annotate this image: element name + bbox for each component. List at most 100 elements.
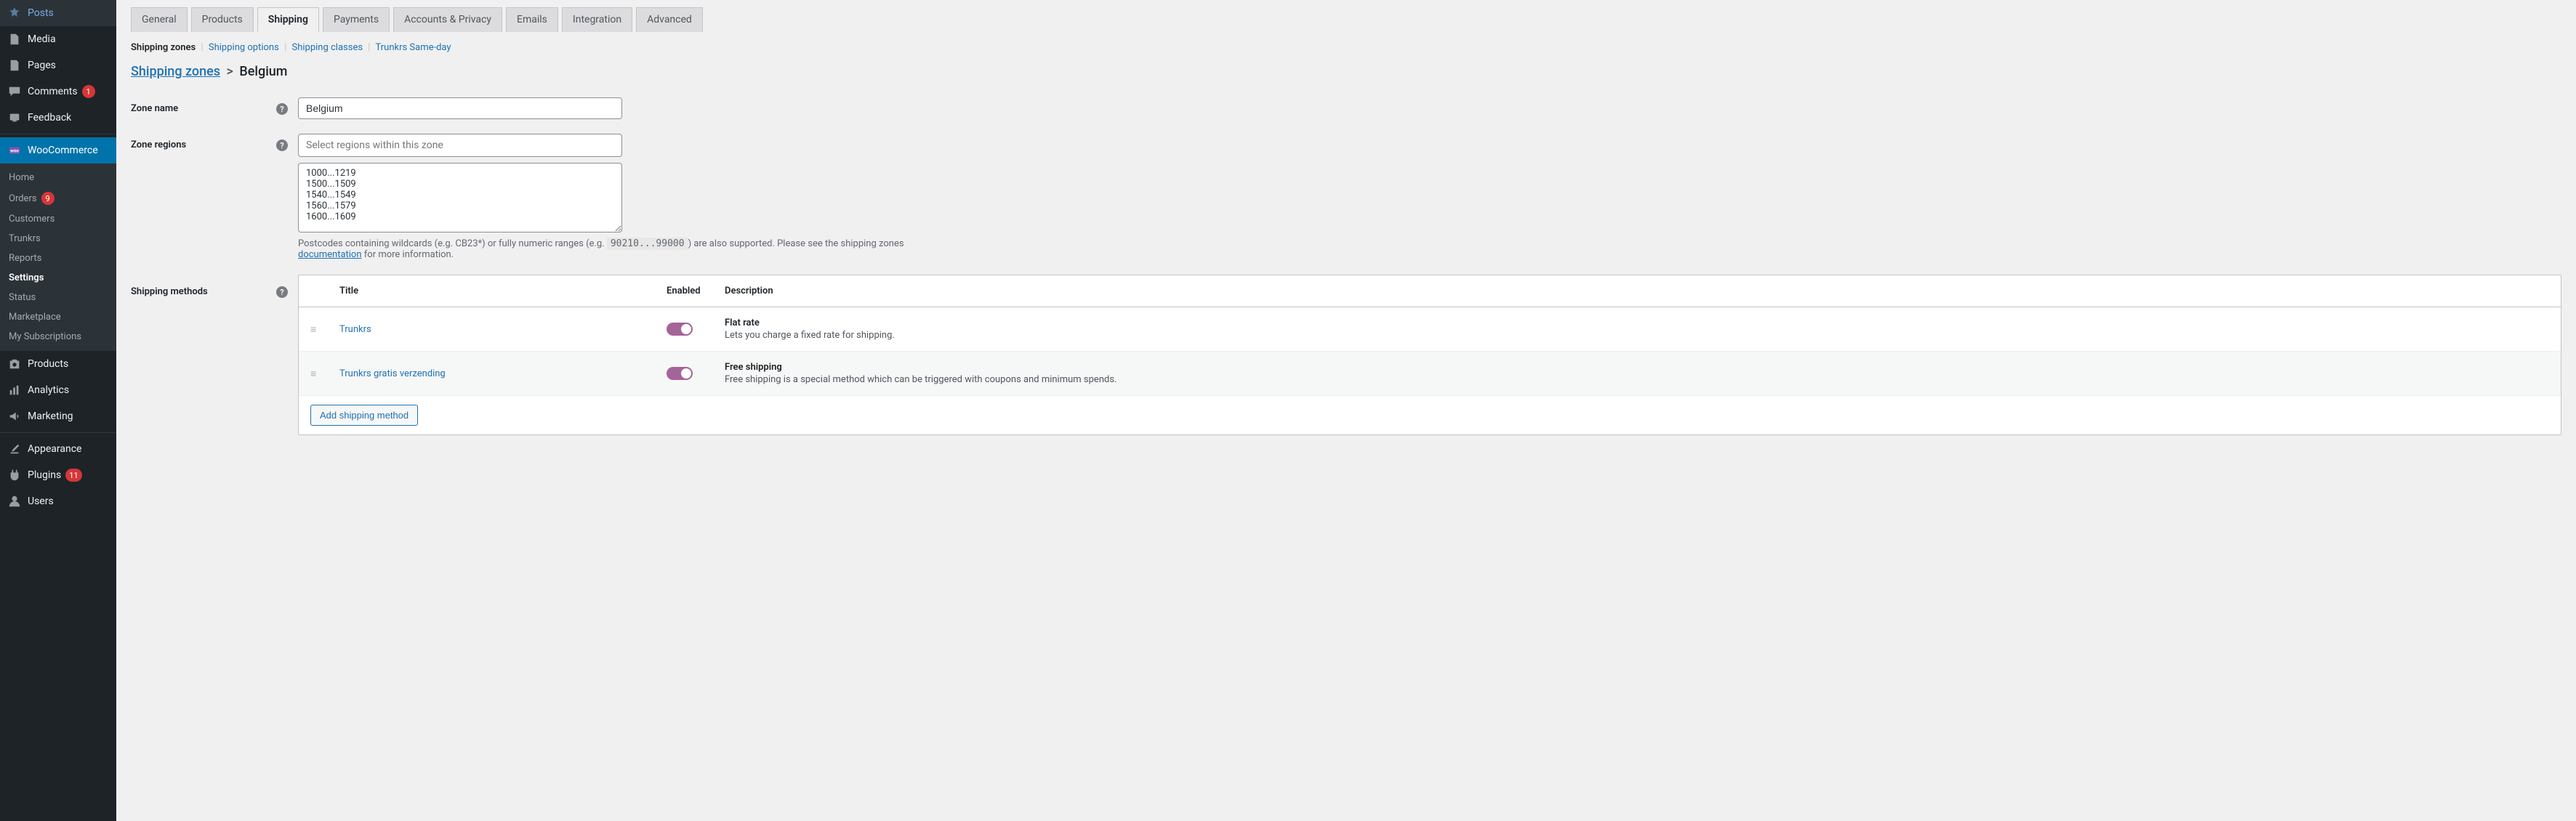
postcodes-textarea[interactable]: 1000...1219 1500...1509 1540...1549 1560… (298, 163, 622, 232)
sub-item-orders[interactable]: Orders9 (0, 187, 116, 209)
shipping-methods-label: Shipping methods ? (131, 275, 298, 435)
tab-integration[interactable]: Integration (562, 7, 632, 32)
tab-general[interactable]: General (131, 7, 188, 32)
sidebar-item-label: Marketing (28, 410, 73, 422)
tab-payments[interactable]: Payments (323, 7, 390, 32)
sidebar-item-users[interactable]: Users (0, 488, 116, 514)
shipping-methods-table: Title Enabled Description ≡ Trunkrs Flat… (298, 275, 2561, 435)
help-tip-icon[interactable]: ? (276, 286, 288, 298)
col-description: Description (725, 286, 2549, 296)
drag-handle-icon[interactable]: ≡ (310, 368, 316, 380)
sidebar-item-label: Analytics (28, 384, 69, 396)
postcodes-help: Postcodes containing wildcards (e.g. CB2… (298, 238, 952, 260)
product-icon (7, 357, 22, 371)
method-desc-title: Free shipping (725, 362, 2549, 373)
method-title-link[interactable]: Trunkrs gratis verzending (339, 368, 446, 379)
sidebar-item-posts[interactable]: Posts (0, 0, 116, 26)
documentation-link[interactable]: documentation (298, 249, 362, 260)
shipping-subnav: Shipping zones | Shipping options | Ship… (131, 42, 2561, 53)
method-enabled-toggle[interactable] (667, 323, 693, 336)
zone-name-input[interactable] (298, 97, 622, 119)
sidebar-item-feedback[interactable]: Feedback (0, 105, 116, 131)
brush-icon (7, 442, 22, 456)
svg-text:woo: woo (10, 148, 19, 154)
tab-advanced[interactable]: Advanced (636, 7, 703, 32)
method-desc-text: Free shipping is a special method which … (725, 374, 2549, 385)
table-row: ≡ Trunkrs gratis verzending Free shippin… (299, 352, 2561, 396)
subnav-options[interactable]: Shipping options (209, 42, 279, 53)
col-title: Title (339, 286, 667, 296)
help-tip-icon[interactable]: ? (276, 139, 288, 151)
sidebar-item-label: Comments (28, 86, 78, 97)
settings-tabs: General Products Shipping Payments Accou… (131, 7, 2561, 32)
comment-icon (7, 84, 22, 99)
method-desc-title: Flat rate (725, 318, 2549, 328)
sidebar-separator (0, 432, 116, 433)
sidebar-item-label: Pages (28, 60, 56, 71)
sidebar-item-label: Posts (28, 7, 54, 19)
sidebar-item-marketing[interactable]: Marketing (0, 403, 116, 429)
sub-item-marketplace[interactable]: Marketplace (0, 307, 116, 327)
plugin-icon (7, 468, 22, 482)
pin-icon (7, 6, 22, 20)
sidebar-item-label: Media (28, 33, 56, 45)
sub-item-reports[interactable]: Reports (0, 248, 116, 268)
sidebar-item-woocommerce[interactable]: woo WooCommerce (0, 137, 116, 163)
chart-icon (7, 383, 22, 397)
col-enabled: Enabled (667, 286, 725, 296)
sub-item-subscriptions[interactable]: My Subscriptions (0, 327, 116, 347)
breadcrumb: Shipping zones > Belgium (131, 64, 2561, 79)
table-row: ≡ Trunkrs Flat rate Lets you charge a fi… (299, 307, 2561, 352)
sidebar-item-comments[interactable]: Comments 1 (0, 78, 116, 105)
sidebar-item-products[interactable]: Products (0, 351, 116, 377)
sidebar-item-media[interactable]: Media (0, 26, 116, 52)
sub-item-settings[interactable]: Settings (0, 268, 116, 288)
plugins-badge: 11 (65, 469, 81, 482)
comments-badge: 1 (82, 85, 95, 98)
sidebar-item-label: Feedback (28, 112, 71, 124)
orders-badge: 9 (41, 192, 55, 205)
add-shipping-method-button[interactable]: Add shipping method (310, 405, 418, 426)
sidebar-item-plugins[interactable]: Plugins 11 (0, 462, 116, 488)
sidebar-item-label: Plugins (28, 469, 61, 481)
zone-regions-label: Zone regions ? (131, 134, 298, 260)
tab-emails[interactable]: Emails (506, 7, 558, 32)
media-icon (7, 32, 22, 46)
woo-icon: woo (7, 143, 22, 158)
sidebar-item-label: Appearance (28, 443, 81, 455)
sub-item-trunkrs[interactable]: Trunkrs (0, 229, 116, 248)
subnav-trunkrs[interactable]: Trunkrs Same-day (375, 42, 451, 53)
sidebar-item-label: Users (28, 496, 54, 507)
zone-name-label: Zone name ? (131, 97, 298, 119)
method-title-link[interactable]: Trunkrs (339, 324, 371, 335)
table-header: Title Enabled Description (299, 275, 2561, 307)
drag-handle-icon[interactable]: ≡ (310, 324, 316, 336)
main-content: General Products Shipping Payments Accou… (116, 0, 2576, 821)
subnav-zones[interactable]: Shipping zones (131, 42, 196, 53)
tab-accounts[interactable]: Accounts & Privacy (393, 7, 502, 32)
admin-sidebar: Posts Media Pages Comments 1 Feedback wo… (0, 0, 116, 821)
sidebar-item-analytics[interactable]: Analytics (0, 377, 116, 403)
breadcrumb-parent[interactable]: Shipping zones (131, 64, 220, 79)
sub-item-status[interactable]: Status (0, 288, 116, 307)
feedback-icon (7, 110, 22, 125)
sidebar-item-appearance[interactable]: Appearance (0, 436, 116, 462)
page-icon (7, 58, 22, 73)
sidebar-item-label: Products (28, 358, 68, 370)
sub-item-home[interactable]: Home (0, 168, 116, 187)
sidebar-submenu: Home Orders9 Customers Trunkrs Reports S… (0, 163, 116, 351)
sidebar-item-label: WooCommerce (28, 145, 98, 156)
tab-products[interactable]: Products (191, 7, 254, 32)
help-tip-icon[interactable]: ? (276, 103, 288, 115)
megaphone-icon (7, 409, 22, 424)
subnav-classes[interactable]: Shipping classes (291, 42, 363, 53)
zone-regions-select[interactable]: Select regions within this zone (298, 134, 622, 157)
tab-shipping[interactable]: Shipping (257, 7, 319, 32)
breadcrumb-current: Belgium (239, 64, 287, 79)
method-desc-text: Lets you charge a fixed rate for shippin… (725, 330, 2549, 341)
method-enabled-toggle[interactable] (667, 367, 693, 380)
user-icon (7, 494, 22, 509)
sidebar-item-pages[interactable]: Pages (0, 52, 116, 78)
table-footer: Add shipping method (299, 396, 2561, 434)
sub-item-customers[interactable]: Customers (0, 209, 116, 229)
